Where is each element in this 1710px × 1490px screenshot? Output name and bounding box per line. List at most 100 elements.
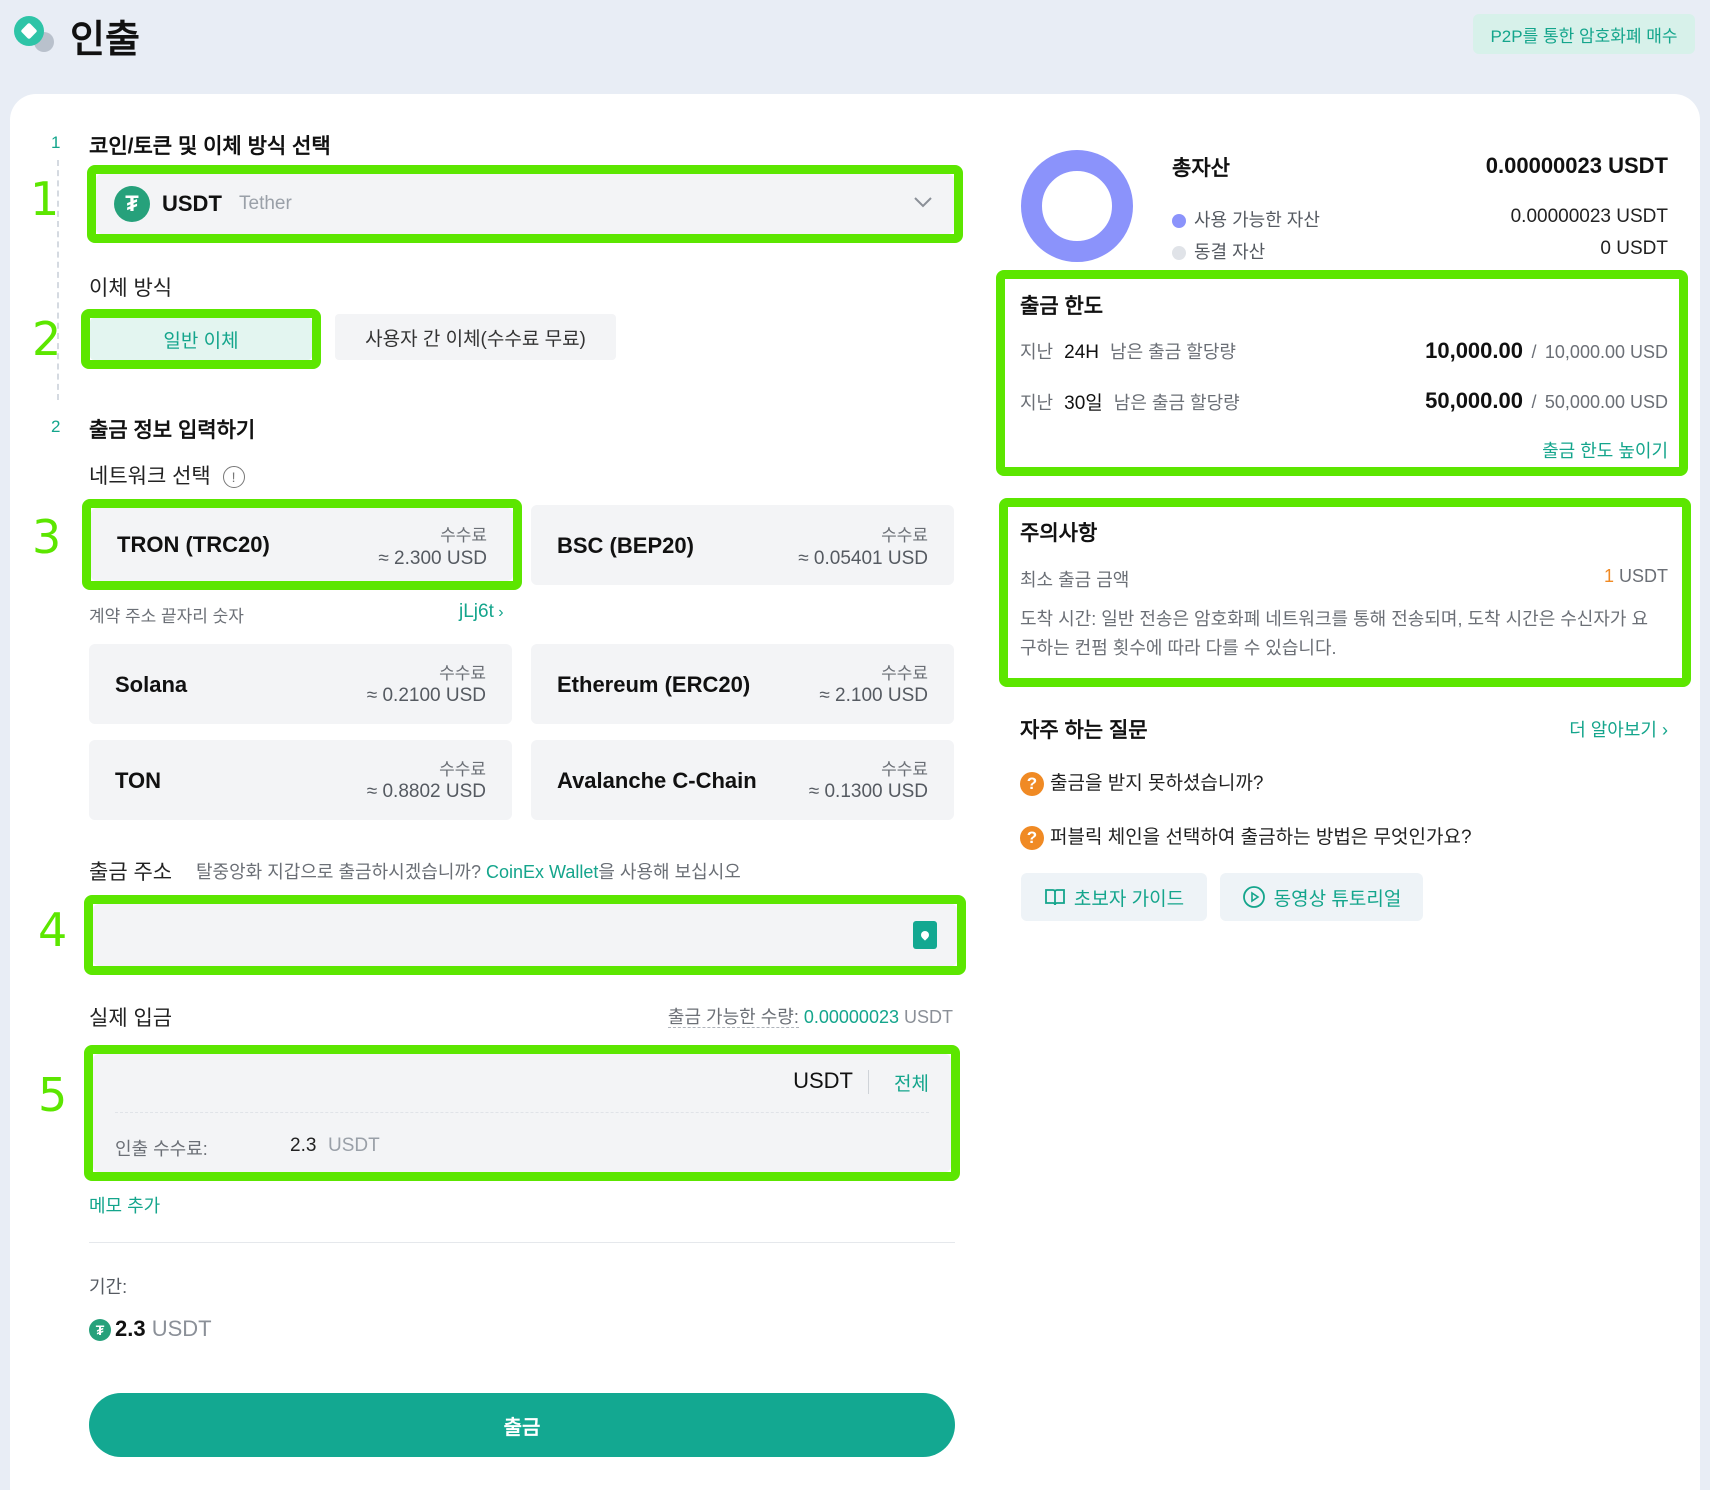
min-withdraw-label: 최소 출금 금액 — [1020, 570, 1130, 590]
network-name: Solana — [115, 672, 188, 697]
address-hint-suffix: 을 사용해 보십시오 — [598, 862, 741, 882]
limit-remaining: 10,000.00 — [1425, 338, 1523, 363]
info-icon[interactable]: ! — [222, 466, 245, 489]
coinex-logo — [14, 16, 58, 56]
network-fee-label: 수수료 — [440, 526, 487, 545]
withdraw-fee-label: 인출 수수료: — [115, 1139, 208, 1159]
withdraw-fee-unit: USDT — [328, 1135, 380, 1156]
transfer-method-label: 이체 방식 — [89, 277, 173, 300]
annotation-2: 2 — [32, 312, 62, 366]
faq-item[interactable]: ? 출금을 받지 못하셨습니까? — [1020, 768, 1263, 796]
annotation-5: 5 — [38, 1068, 68, 1122]
network-option-ethereum[interactable]: Ethereum (ERC20) 수수료 ≈ 2.100 USD — [531, 644, 954, 724]
network-name: Avalanche C-Chain — [557, 768, 757, 793]
available-assets-label: 사용 가능한 자산 — [1172, 206, 1320, 232]
divider — [868, 1070, 869, 1094]
limit-row-suffix: 남은 출금 할당량 — [1113, 393, 1240, 413]
network-option-avalanche[interactable]: Avalanche C-Chain 수수료 ≈ 0.1300 USD — [531, 740, 954, 820]
all-button[interactable]: 전체 — [894, 1069, 929, 1096]
chevron-down-icon — [914, 197, 932, 208]
available-amount: 출금 가능한 수량: 0.00000023 USDT — [667, 1003, 953, 1029]
step1-title: 코인/토큰 및 이체 방식 선택 — [89, 135, 331, 158]
min-withdraw-value: 1 USDT — [1604, 566, 1668, 587]
limit-row-30d: 지난 30일 남은 출금 할당량 — [1020, 388, 1240, 415]
frozen-assets-value: 0 USDT — [1600, 238, 1668, 259]
contract-address-link[interactable]: jLj6t › — [459, 601, 504, 623]
tab-normal-transfer[interactable]: 일반 이체 — [90, 318, 312, 360]
network-option-tron[interactable]: TRON (TRC20) 수수료 ≈ 2.300 USD — [91, 508, 513, 581]
question-icon: ? — [1020, 771, 1044, 796]
asset-donut-chart — [1021, 150, 1133, 262]
total-unit: USDT — [151, 1316, 212, 1341]
network-fee-value: ≈ 2.300 USD — [378, 548, 487, 569]
limit-row-prefix: 지난 — [1020, 393, 1054, 413]
network-option-solana[interactable]: Solana 수수료 ≈ 0.2100 USD — [89, 644, 512, 724]
address-hint-prefix: 탈중앙화 지갑으로 출금하시겠습니까? — [196, 862, 481, 882]
limit-row-suffix: 남은 출금 할당량 — [1110, 342, 1236, 362]
network-fee-label: 수수료 — [881, 526, 928, 545]
raise-limit-link[interactable]: 출금 한도 높이기 — [1542, 437, 1668, 463]
network-fee-label: 수수료 — [881, 760, 928, 779]
total-amount: ₮ 2.3 USDT — [89, 1316, 212, 1342]
page-title: 인출 — [70, 19, 140, 61]
tab-internal-transfer[interactable]: 사용자 간 이체(수수료 무료) — [335, 314, 616, 360]
arrival-time-text: 도착 시간: 일반 전송은 암호화폐 네트워크를 통해 전송되며, 도착 시간은… — [1020, 609, 1649, 658]
faq-title: 자주 하는 질문 — [1020, 719, 1148, 742]
beginner-guide-button[interactable]: 초보자 가이드 — [1021, 873, 1207, 921]
address-book-icon[interactable] — [913, 921, 937, 949]
faq-more-text: 더 알아보기 — [1569, 720, 1657, 740]
limit-row-prefix: 지난 — [1020, 342, 1054, 362]
network-fee-value: ≈ 0.1300 USD — [808, 781, 928, 802]
coinex-wallet-link[interactable]: CoinEx Wallet — [486, 862, 598, 882]
available-assets-value: 0.00000023 USDT — [1510, 206, 1668, 227]
add-memo-link[interactable]: 메모 추가 — [89, 1192, 160, 1218]
network-name: TRON (TRC20) — [117, 532, 270, 557]
available-label: 출금 가능한 수량: — [667, 1007, 799, 1028]
available-unit: USDT — [904, 1007, 953, 1027]
withdraw-fee-value: 2.3 — [290, 1135, 317, 1156]
limit-row-period: 24H — [1064, 342, 1099, 363]
network-name: BSC (BEP20) — [557, 533, 694, 558]
tether-icon: ₮ — [114, 186, 150, 222]
network-option-ton[interactable]: TON 수수료 ≈ 0.8802 USD — [89, 740, 512, 820]
coin-symbol: USDT — [162, 191, 222, 216]
amount-input[interactable]: USDT 전체 인출 수수료: 2.3 USDT — [93, 1054, 951, 1172]
limit-24h-value: 10,000.00 / 10,000.00 USD — [1425, 338, 1668, 364]
withdraw-submit-button[interactable]: 출금 — [89, 1393, 955, 1457]
beginner-guide-label: 초보자 가이드 — [1073, 888, 1185, 910]
legend-dot-frozen — [1172, 246, 1186, 261]
contract-address-label: 계약 주소 끝자리 숫자 — [89, 607, 244, 626]
divider — [89, 1242, 955, 1243]
question-icon: ? — [1020, 825, 1044, 850]
video-tutorial-label: 동영상 튜토리얼 — [1273, 888, 1402, 910]
network-fee-value: ≈ 2.100 USD — [819, 685, 928, 706]
annotation-4: 4 — [38, 903, 68, 957]
video-tutorial-button[interactable]: 동영상 튜토리얼 — [1220, 873, 1423, 921]
coin-name: Tether — [239, 193, 292, 214]
network-fee-label: 수수료 — [881, 664, 928, 683]
network-fee-label: 수수료 — [439, 760, 486, 779]
faq-question: 퍼블릭 체인을 선택하여 출금하는 방법은 무엇인가요? — [1050, 827, 1472, 848]
limit-separator: / — [1531, 392, 1537, 412]
coin-select[interactable]: ₮ USDT Tether — [96, 174, 954, 234]
annotation-1: 1 — [30, 172, 60, 226]
book-icon — [1045, 889, 1065, 906]
step-number-2: 2 — [51, 417, 61, 436]
limit-separator: / — [1531, 342, 1537, 362]
p2p-buy-button[interactable]: P2P를 통한 암호화폐 매수 — [1473, 14, 1695, 54]
withdraw-address-input[interactable] — [93, 904, 957, 966]
notice-title: 주의사항 — [1020, 522, 1098, 545]
network-name: Ethereum (ERC20) — [557, 672, 751, 697]
faq-item[interactable]: ? 퍼블릭 체인을 선택하여 출금하는 방법은 무엇인가요? — [1020, 822, 1472, 850]
available-value: 0.00000023 — [803, 1007, 899, 1027]
tether-icon: ₮ — [89, 1319, 111, 1342]
limit-remaining: 50,000.00 — [1425, 388, 1523, 413]
network-fee-value: ≈ 0.05401 USD — [798, 548, 928, 569]
available-assets-text: 사용 가능한 자산 — [1194, 210, 1320, 230]
faq-more-link[interactable]: 더 알아보기 › — [1569, 716, 1668, 742]
network-option-bsc[interactable]: BSC (BEP20) 수수료 ≈ 0.05401 USD — [531, 505, 954, 585]
actual-deposit-label: 실제 입금 — [89, 1007, 173, 1030]
frozen-assets-text: 동결 자산 — [1194, 242, 1266, 262]
limit-row-period: 30일 — [1064, 393, 1103, 414]
step2-title: 출금 정보 입력하기 — [89, 419, 256, 442]
